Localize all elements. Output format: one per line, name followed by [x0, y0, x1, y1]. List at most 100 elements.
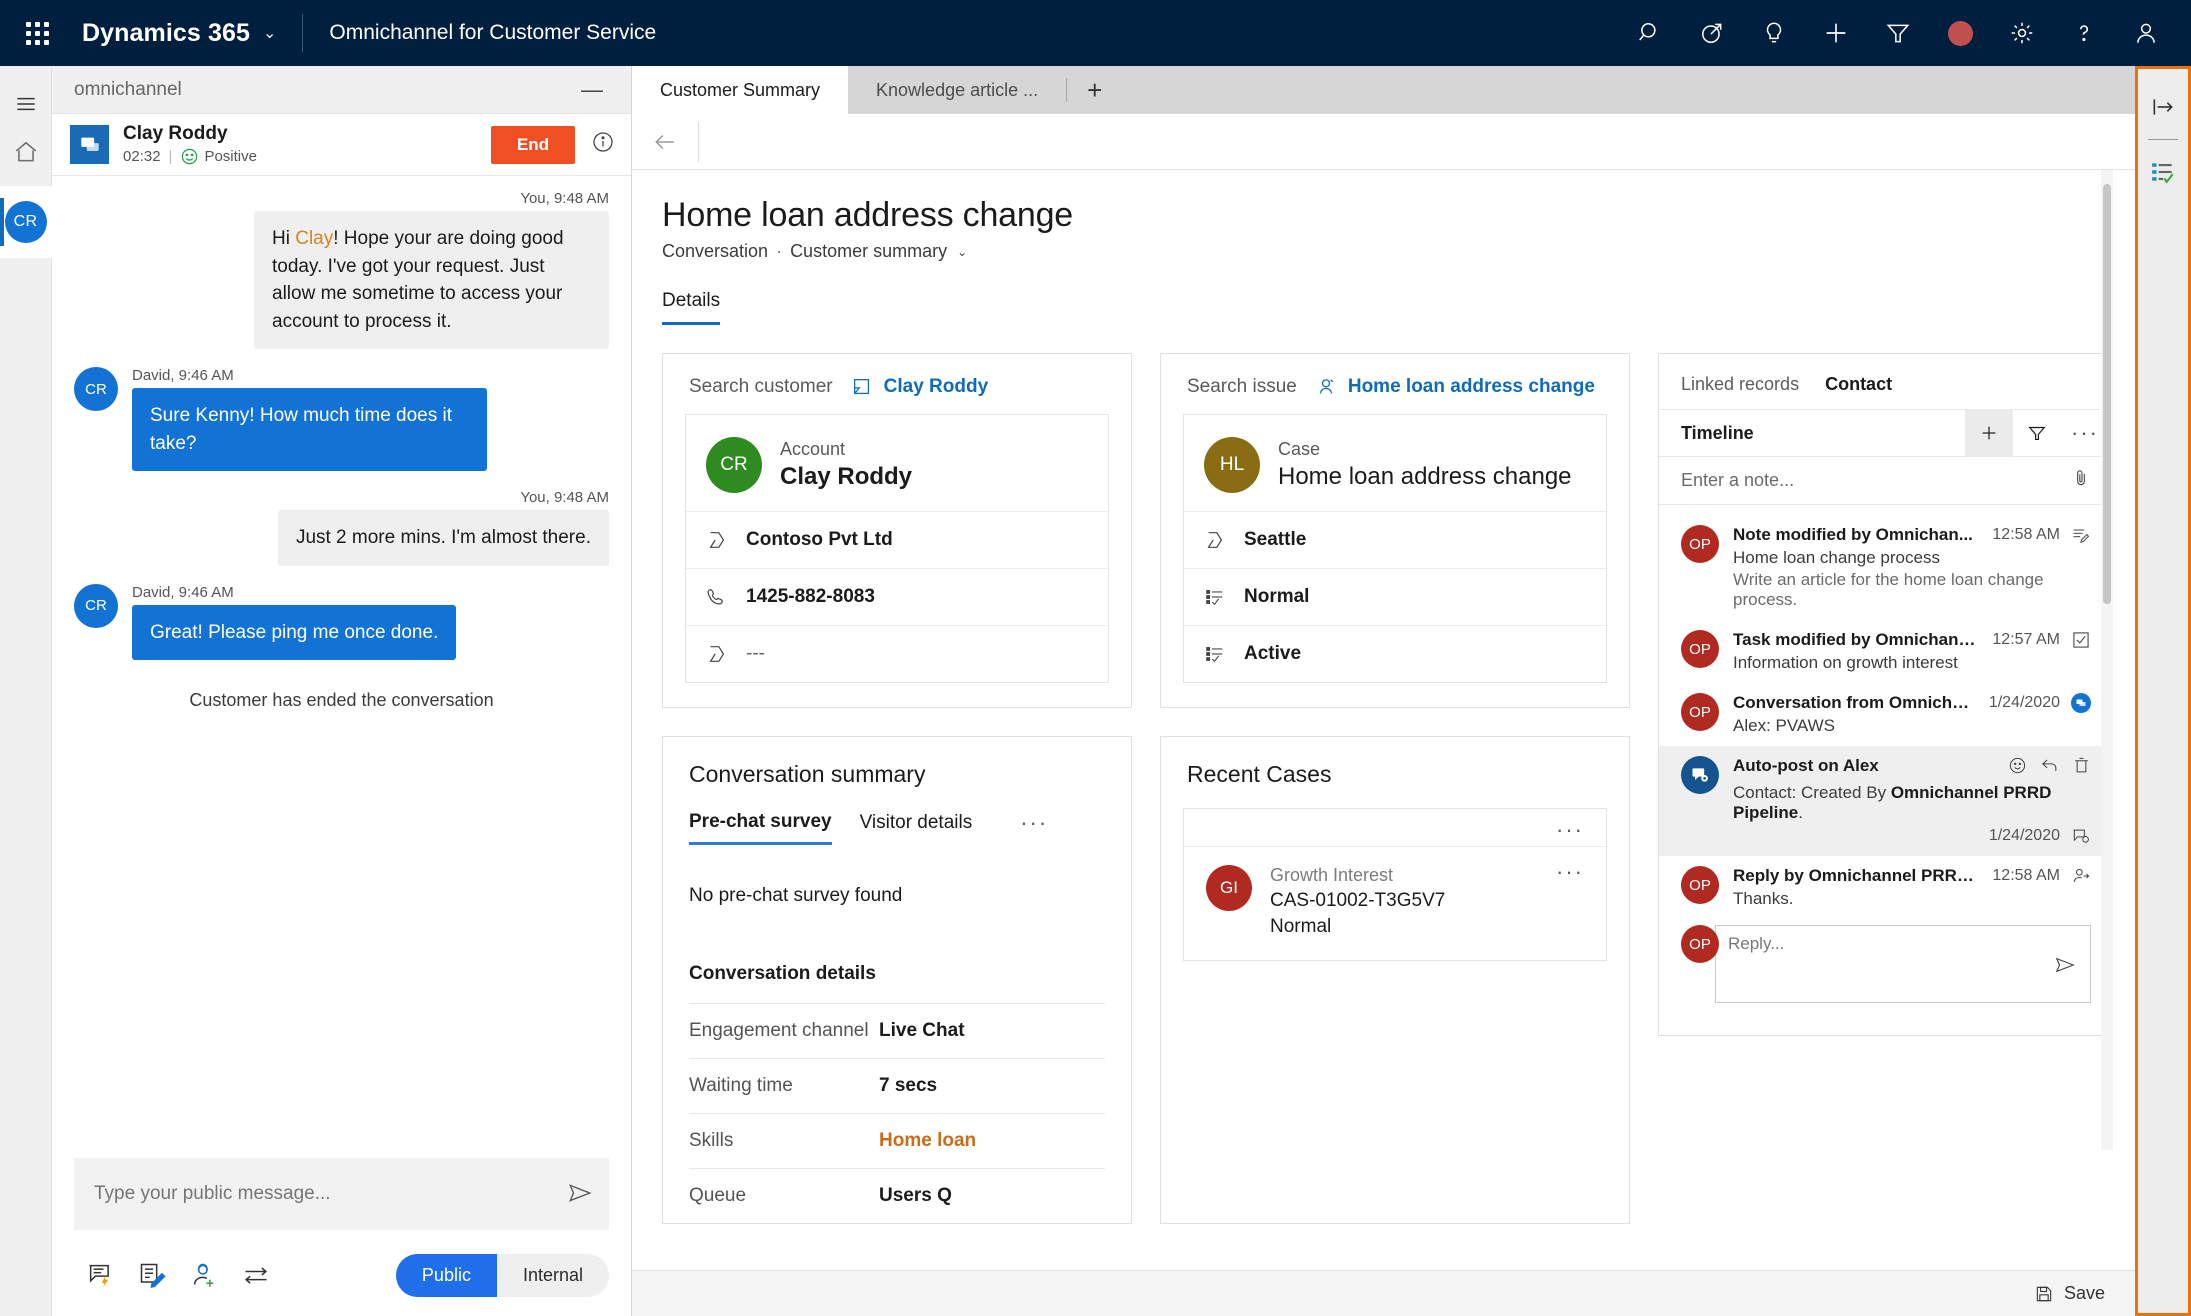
avatar: CR — [74, 367, 118, 412]
recent-cases-card: Recent Cases ··· GI Growth Interest CAS-… — [1160, 736, 1630, 1224]
message-incoming-body: David, 9:46 AM Sure Kenny! How much time… — [132, 367, 487, 472]
help-icon[interactable] — [2053, 0, 2115, 66]
issue-entity-type: Case — [1278, 439, 1321, 459]
sentiment-label: Positive — [204, 148, 257, 166]
record-indicator[interactable] — [1929, 0, 1991, 66]
user-icon[interactable] — [2115, 0, 2177, 66]
page-title: Home loan address change — [662, 196, 1074, 234]
emoji-icon[interactable] — [2008, 756, 2027, 780]
lightbulb-icon[interactable] — [1743, 0, 1805, 66]
home-icon[interactable] — [0, 128, 52, 176]
timeline-item[interactable]: OP Reply by Omnichannel PRRD Pipeline 12… — [1659, 856, 2109, 919]
timeline-item-title: Auto-post on Alex — [1733, 756, 1879, 775]
timeline-note-input-row[interactable]: Enter a note... — [1659, 457, 2109, 505]
visibility-toggle[interactable]: Public Internal — [395, 1253, 609, 1297]
conversation-tabs-more-icon[interactable]: ··· — [1020, 810, 1048, 845]
conversation-panel-header: omnichannel — — [52, 66, 631, 114]
search-icon[interactable] — [1619, 0, 1681, 66]
message-timestamp: You, 9:48 AM — [520, 190, 609, 207]
customer-card: Search customer Clay Roddy CR Account Cl… — [662, 353, 1132, 708]
app-launcher-icon[interactable] — [14, 10, 60, 56]
end-conversation-button[interactable]: End — [490, 125, 575, 164]
recent-cases-more-icon[interactable]: ··· — [1556, 818, 1584, 840]
filter-icon[interactable] — [1867, 0, 1929, 66]
filter-icon[interactable] — [2013, 409, 2061, 457]
hamburger-icon[interactable] — [0, 80, 52, 128]
notes-icon[interactable] — [126, 1252, 178, 1298]
message-input[interactable] — [74, 1158, 609, 1230]
timeline-item[interactable]: OP Conversation from Omnichan... 1/24/20… — [1659, 683, 2109, 746]
info-icon[interactable] — [591, 130, 615, 159]
add-tab-button[interactable]: + — [1067, 66, 1122, 114]
tab-knowledge-article[interactable]: Knowledge article ... — [848, 66, 1066, 114]
task-checkbox-icon[interactable] — [2071, 630, 2091, 650]
issue-field-row: Normal — [1184, 568, 1606, 625]
tab-contact[interactable]: Contact — [1825, 374, 1892, 395]
plus-icon[interactable] — [1805, 0, 1867, 66]
recent-case-more-icon[interactable]: ··· — [1556, 861, 1584, 883]
issue-field-row: Active — [1184, 625, 1606, 682]
timeline-item[interactable]: OP Task modified by Omnichann... 12:57 A… — [1659, 620, 2109, 683]
scrollbar-thumb[interactable] — [2103, 184, 2111, 604]
tab-pre-chat-survey[interactable]: Pre-chat survey — [689, 811, 832, 845]
breadcrumb-chevron-down-icon[interactable]: ⌄ — [957, 245, 967, 259]
note-icon[interactable] — [2071, 525, 2091, 545]
list-item[interactable]: GI Growth Interest CAS-01002-T3G5V7 Norm… — [1184, 846, 1606, 960]
message-author: David, 9:46 AM — [132, 583, 234, 601]
minimize-icon[interactable]: — — [575, 78, 609, 101]
tab-visitor-details[interactable]: Visitor details — [860, 812, 973, 843]
gear-icon[interactable] — [1991, 0, 2053, 66]
badge — [2071, 693, 2091, 713]
timeline-item-body: Reply by Omnichannel PRRD Pipeline 12:58… — [1733, 866, 2091, 909]
assign-icon[interactable] — [1681, 0, 1743, 66]
toggle-public[interactable]: Public — [395, 1253, 497, 1297]
timeline-item-selected[interactable]: Auto-post on Alex Contact: Created By Om… — [1659, 746, 2109, 856]
save-icon — [2036, 1286, 2052, 1301]
tab-customer-summary[interactable]: Customer Summary — [632, 66, 849, 114]
paperclip-icon[interactable] — [2071, 468, 2091, 493]
tab-linked-records[interactable]: Linked records — [1681, 374, 1799, 395]
issue-entity-name: Home loan address change — [1278, 463, 1572, 490]
issue-record-link[interactable]: Home loan address change — [1315, 376, 1595, 398]
nav-divider — [302, 14, 304, 52]
reply-post-icon[interactable] — [2071, 866, 2091, 886]
app-shell: CR omnichannel — Clay Roddy 02:32 | Posi… — [0, 66, 2191, 1316]
delete-icon[interactable] — [2072, 756, 2091, 780]
transfer-icon[interactable] — [230, 1252, 282, 1298]
rail-session-avatar[interactable]: CR — [0, 186, 52, 258]
recent-cases-header: ··· — [1184, 809, 1606, 846]
send-icon[interactable] — [2054, 954, 2076, 981]
expand-panel-icon[interactable] — [2138, 83, 2188, 131]
command-bar — [632, 114, 2135, 170]
save-button[interactable]: Save — [2034, 1283, 2105, 1304]
smiley-icon — [182, 149, 198, 165]
agent-script-icon[interactable] — [2138, 148, 2188, 196]
tab-details[interactable]: Details — [662, 290, 721, 325]
timeline-item[interactable]: OP Note modified by Omnichan... 12:58 AM — [1659, 515, 2109, 620]
brand-chevron-down-icon[interactable]: ⌄ — [263, 23, 276, 43]
send-icon[interactable] — [567, 1180, 593, 1211]
consult-icon[interactable] — [178, 1252, 230, 1298]
avatar: OP — [1681, 925, 1719, 963]
customer-record-link[interactable]: Clay Roddy — [851, 376, 989, 398]
timeline-item-body: Conversation from Omnichan... 1/24/2020 — [1733, 693, 2091, 736]
main-scrollbar[interactable] — [2101, 170, 2113, 1150]
quick-reply-icon[interactable] — [74, 1252, 126, 1298]
meta-separator: | — [168, 148, 173, 166]
timeline-item-header: Reply by Omnichannel PRRD Pipeline 12:58… — [1733, 866, 2091, 886]
reply-icon[interactable] — [2040, 756, 2059, 780]
issue-search-row: Search issue Home loan address change — [1161, 354, 1629, 414]
plus-icon[interactable] — [1965, 409, 2013, 457]
back-arrow-icon[interactable] — [632, 114, 698, 170]
conversation-badge-icon[interactable] — [2071, 693, 2091, 713]
timeline-card: Linked records Contact Timeline ··· Ente… — [1658, 353, 2110, 1036]
left-rail: CR — [0, 66, 52, 1316]
post-icon[interactable] — [2071, 826, 2091, 846]
timeline-item-subtitle: Contact: Created By Omnichannel PRRD Pip… — [1733, 783, 2091, 823]
toggle-internal[interactable]: Internal — [497, 1254, 609, 1297]
timeline-reply-box[interactable]: Reply... — [1715, 925, 2091, 1003]
customer-entity-type: Account — [780, 439, 846, 459]
sentiment-badge: Positive — [180, 147, 257, 166]
main-content: Customer Summary Knowledge article ... +… — [632, 66, 2135, 1316]
customer-record-name: Clay Roddy — [883, 376, 989, 397]
